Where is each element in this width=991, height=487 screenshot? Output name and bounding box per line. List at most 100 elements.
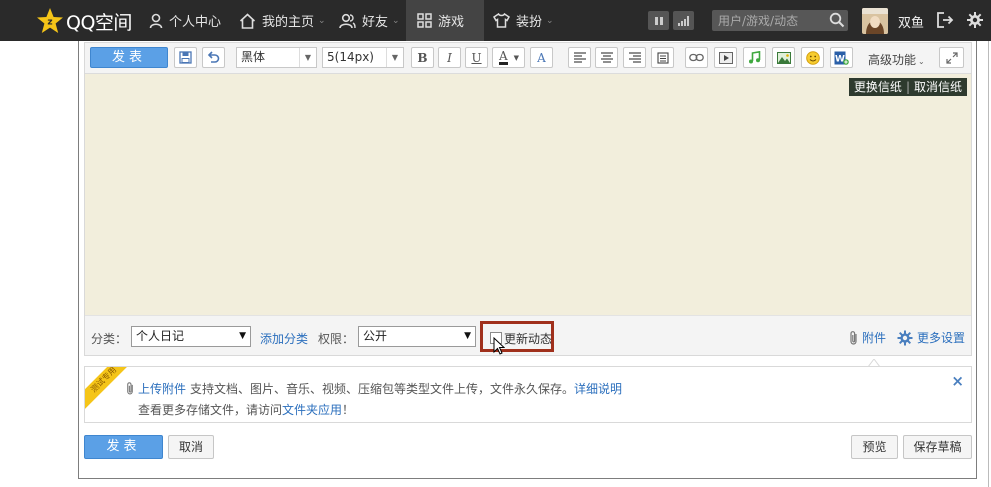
nav-personal-center[interactable]: 个人中心 <box>149 0 221 41</box>
underline-button[interactable]: U <box>465 47 488 68</box>
font-size-value: 5(14px) <box>327 50 374 64</box>
chevron-down-icon: ▼ <box>299 48 316 67</box>
layout-button[interactable] <box>651 47 674 68</box>
star-logo-icon: z <box>37 8 63 33</box>
word-doc-icon: W <box>834 51 849 65</box>
font-color-button[interactable]: A ▼ <box>492 47 525 68</box>
upload-attachment-link[interactable]: 上传附件 <box>138 380 186 397</box>
signal-button[interactable] <box>673 11 694 30</box>
cancel-stationery-link[interactable]: 取消信纸 <box>914 78 962 96</box>
attachment-button[interactable]: 附件 <box>848 329 886 346</box>
insert-word-doc-button[interactable]: W <box>830 47 853 68</box>
insert-image-button[interactable] <box>772 47 795 68</box>
search-icon[interactable] <box>829 12 845 28</box>
details-link[interactable]: 详细说明 <box>574 380 622 397</box>
logout-icon[interactable] <box>936 11 954 29</box>
nav-label: 游戏 <box>438 15 465 30</box>
chevron-down-icon: ⌄ <box>546 15 554 26</box>
bold-button[interactable]: B <box>411 47 434 68</box>
undo-button[interactable] <box>202 47 225 68</box>
fullscreen-button[interactable] <box>939 47 964 68</box>
chevron-down-icon: ▼ <box>386 48 403 67</box>
nav-friends[interactable]: 好友 ⌄ <box>339 0 400 41</box>
nav-games[interactable]: 游戏 <box>406 0 484 41</box>
chevron-down-icon: ▼ <box>464 331 471 341</box>
notice-line-2: 查看更多存储文件，请访问文件夹应用！ <box>138 401 354 418</box>
image-icon <box>776 51 791 64</box>
font-family-value: 黑体 <box>241 50 266 64</box>
permission-label: 权限： <box>318 332 355 346</box>
grid-icon <box>417 13 432 28</box>
insert-music-button[interactable] <box>743 47 766 68</box>
insert-video-button[interactable] <box>714 47 737 68</box>
attachment-label: 附件 <box>862 331 887 345</box>
content-frame-bottom <box>78 478 977 479</box>
close-icon[interactable]: × <box>951 372 964 390</box>
font-effect-button[interactable]: A <box>530 47 553 68</box>
username[interactable]: 双鱼 <box>898 12 924 31</box>
link-icon <box>689 53 704 62</box>
upload-notice-panel: 测试专用 上传附件 支持文档、图片、音乐、视频、压缩包等类型文件上传，文件永久保… <box>84 366 972 423</box>
category-label: 分类： <box>91 332 128 346</box>
pause-button[interactable] <box>648 11 669 30</box>
signal-bars-icon <box>677 15 689 26</box>
add-category-link[interactable]: 添加分类 <box>260 330 308 347</box>
advanced-features-dropdown[interactable]: 高级功能 ⌄ <box>868 51 925 68</box>
friends-icon <box>339 13 356 28</box>
align-left-button[interactable] <box>568 47 591 68</box>
gear-icon[interactable] <box>966 11 984 29</box>
insert-emoji-button[interactable] <box>801 47 824 68</box>
pause-icon <box>654 16 663 25</box>
publish-button[interactable]: 发表 <box>84 435 163 459</box>
top-navigation-bar: z QQ空间 个人中心 我的主页 ⌄ 好友 ⌄ 游戏 装扮 ⌄ 双鱼 <box>0 0 991 41</box>
notice-line-1: 上传附件 支持文档、图片、音乐、视频、压缩包等类型文件上传，文件永久保存。 详细… <box>125 380 622 397</box>
music-note-icon <box>749 51 761 64</box>
logo-text: QQ空间 <box>66 11 132 34</box>
insert-link-button[interactable] <box>685 47 708 68</box>
preview-button[interactable]: 预览 <box>851 435 898 459</box>
shirt-icon <box>493 13 510 28</box>
category-value: 个人日记 <box>136 329 185 343</box>
align-right-icon <box>628 52 641 63</box>
publish-button-top[interactable]: 发表 <box>90 47 168 68</box>
align-right-button[interactable] <box>623 47 646 68</box>
chevron-down-icon: ▼ <box>239 331 246 341</box>
folder-app-link[interactable]: 文件夹应用 <box>282 403 342 417</box>
search-input[interactable] <box>712 10 822 31</box>
avatar[interactable] <box>862 8 888 34</box>
save-button[interactable] <box>174 47 197 68</box>
expand-icon <box>945 51 958 64</box>
save-draft-button[interactable]: 保存草稿 <box>903 435 972 459</box>
italic-button[interactable]: I <box>438 47 461 68</box>
layout-icon <box>656 51 669 64</box>
nav-label: 个人中心 <box>169 15 222 30</box>
avatar-image <box>862 8 888 34</box>
paperclip-icon <box>127 382 133 395</box>
nav-label: 好友 <box>362 15 389 30</box>
cancel-button[interactable]: 取消 <box>168 435 214 459</box>
content-frame-left <box>78 41 79 479</box>
nav-decorate[interactable]: 装扮 ⌄ <box>493 0 554 41</box>
more-settings-button[interactable]: 更多设置 <box>897 329 965 346</box>
font-family-select[interactable]: 黑体 ▼ <box>236 47 317 68</box>
change-stationery-link[interactable]: 更换信纸 <box>854 78 902 96</box>
qzone-logo[interactable]: z QQ空间 <box>36 7 132 35</box>
font-size-select[interactable]: 5(14px) ▼ <box>322 47 404 68</box>
blog-editor: 发表 黑体 ▼ 5(14px) ▼ B I U A ▼ A W 高级功能 ⌄ 更… <box>84 42 972 356</box>
align-center-icon <box>600 52 613 63</box>
storage-hint: 查看更多存储文件，请访问 <box>138 403 283 417</box>
window-edge <box>988 41 989 487</box>
align-left-icon <box>573 52 586 63</box>
nav-my-homepage[interactable]: 我的主页 ⌄ <box>239 0 326 41</box>
smiley-icon <box>805 50 820 65</box>
permission-select[interactable]: 公开 ▼ <box>358 326 476 347</box>
permission-value: 公开 <box>363 329 388 343</box>
editor-canvas[interactable]: 更换信纸 | 取消信纸 <box>85 74 971 315</box>
exclamation: ！ <box>342 403 355 417</box>
paperclip-icon <box>850 330 857 345</box>
chevron-down-icon: ⌄ <box>318 15 326 26</box>
category-select[interactable]: 个人日记 ▼ <box>131 326 251 347</box>
update-feed-label[interactable]: 更新动态 <box>504 330 552 347</box>
align-center-button[interactable] <box>595 47 618 68</box>
stationery-bar: 更换信纸 | 取消信纸 <box>848 78 967 96</box>
